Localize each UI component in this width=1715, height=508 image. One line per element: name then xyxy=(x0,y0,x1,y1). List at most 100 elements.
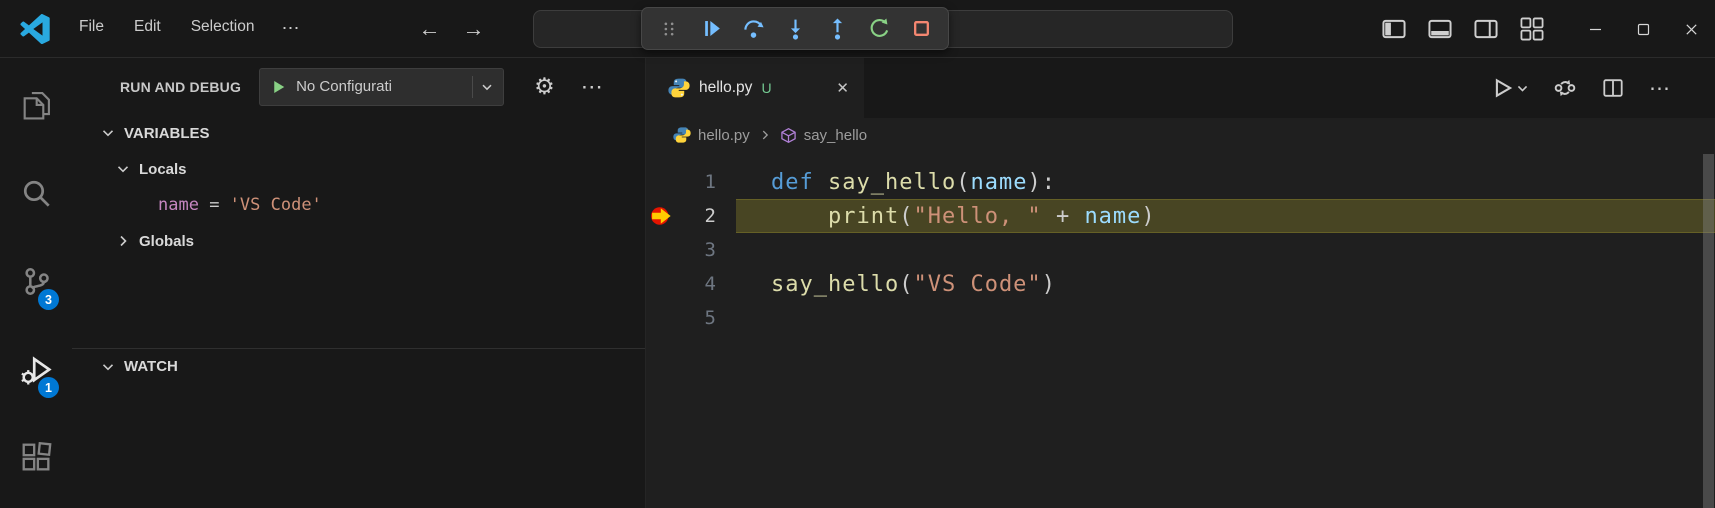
toggle-secondary-sidebar-icon[interactable] xyxy=(1471,14,1501,44)
title-bar: File Edit Selection ⋯ ← → xyxy=(0,0,1715,58)
layout-controls xyxy=(1379,14,1547,44)
debug-step-over-icon[interactable] xyxy=(734,12,772,46)
debug-current-step-arrow-icon[interactable] xyxy=(646,204,680,228)
sidebar-header: RUN AND DEBUG No Configurati ⚙ ⋯ xyxy=(72,58,645,115)
symbol-method-cube-icon xyxy=(780,127,797,144)
code-text: def say_hello(name): xyxy=(771,170,1056,195)
open-changes-icon[interactable] xyxy=(1546,71,1584,105)
line-number: 1 xyxy=(680,171,716,193)
editor-more-actions-icon[interactable]: ⋯ xyxy=(1642,71,1677,105)
code-editor[interactable]: 1 def say_hello(name): 2 print("Hello, " +… xyxy=(646,152,1715,508)
python-file-icon xyxy=(673,126,691,144)
dropdown-separator xyxy=(472,76,473,98)
activitybar-explorer-icon[interactable] xyxy=(0,61,72,149)
debug-stop-icon[interactable] xyxy=(902,12,940,46)
forward-arrow-icon[interactable]: → xyxy=(462,18,484,40)
source-control-badge: 3 xyxy=(38,289,59,310)
toolbar-drag-grip-icon[interactable] xyxy=(650,12,688,46)
menu-file[interactable]: File xyxy=(66,12,117,45)
breadcrumb-file[interactable]: hello.py xyxy=(673,126,750,144)
debug-settings-gear-icon[interactable]: ⚙ xyxy=(534,75,555,98)
run-python-file-button[interactable] xyxy=(1483,71,1536,105)
variables-label: VARIABLES xyxy=(124,125,210,142)
line-number: 3 xyxy=(680,239,716,261)
chevron-down-icon[interactable] xyxy=(479,79,495,95)
history-navigation: ← → xyxy=(418,18,484,40)
globals-scope-row[interactable]: Globals xyxy=(72,223,645,259)
minimize-button[interactable] xyxy=(1571,0,1619,58)
git-status-untracked: U xyxy=(761,80,771,96)
variable-equals: = xyxy=(199,195,230,215)
watch-section-header[interactable]: WATCH xyxy=(72,348,645,384)
split-editor-icon[interactable] xyxy=(1594,71,1632,105)
menu-selection[interactable]: Selection xyxy=(178,12,268,45)
line-number: 2 xyxy=(680,205,716,227)
breadcrumbs: hello.py say_hello xyxy=(646,118,1715,152)
line-number: 5 xyxy=(680,307,716,329)
start-debug-icon[interactable] xyxy=(268,77,288,97)
activitybar-search-icon[interactable] xyxy=(0,149,72,237)
menu-edit[interactable]: Edit xyxy=(121,12,174,45)
chevron-down-icon[interactable] xyxy=(100,359,116,375)
back-arrow-icon[interactable]: ← xyxy=(418,18,440,40)
code-line[interactable]: 3 xyxy=(646,233,1715,267)
watch-label: WATCH xyxy=(124,358,178,375)
activitybar-source-control-icon[interactable]: 3 xyxy=(0,237,72,325)
breadcrumb-file-label: hello.py xyxy=(698,127,750,144)
sidebar-more-actions-icon[interactable]: ⋯ xyxy=(581,76,604,98)
variable-value: 'VS Code' xyxy=(230,195,322,215)
sidebar-title: RUN AND DEBUG xyxy=(120,79,241,95)
customize-layout-icon[interactable] xyxy=(1517,14,1547,44)
toggle-primary-sidebar-icon[interactable] xyxy=(1379,14,1409,44)
debug-step-out-icon[interactable] xyxy=(818,12,856,46)
editor-actions: ⋯ xyxy=(864,58,1715,118)
code-line[interactable]: 4say_hello("VS Code") xyxy=(646,267,1715,301)
configuration-label: No Configurati xyxy=(296,78,466,95)
variable-name: name xyxy=(158,195,199,215)
activitybar-run-and-debug-icon[interactable]: 1 xyxy=(0,325,72,413)
debug-variables-tree: VARIABLES Locals name = 'VS Code' Global… xyxy=(72,115,645,384)
variables-section-header[interactable]: VARIABLES xyxy=(72,115,645,151)
vscode-logo-icon xyxy=(20,14,50,44)
debug-restart-icon[interactable] xyxy=(860,12,898,46)
breadcrumb-symbol-label: say_hello xyxy=(804,127,867,144)
chevron-down-icon[interactable] xyxy=(1516,82,1529,95)
chevron-right-icon[interactable] xyxy=(115,233,131,249)
editor-scrollbar[interactable] xyxy=(1703,154,1714,508)
debug-step-into-icon[interactable] xyxy=(776,12,814,46)
debug-configuration-dropdown[interactable]: No Configurati xyxy=(259,68,504,106)
code-lines: 1 def say_hello(name): 2 print("Hello, " +… xyxy=(646,165,1715,335)
line-number: 4 xyxy=(680,273,716,295)
editor-group: hello.py U ✕ xyxy=(645,58,1715,508)
breadcrumb-symbol[interactable]: say_hello xyxy=(780,127,867,144)
close-button[interactable] xyxy=(1667,0,1715,58)
toggle-panel-icon[interactable] xyxy=(1425,14,1455,44)
activity-bar: 3 1 xyxy=(0,58,72,508)
tab-label: hello.py xyxy=(699,79,752,97)
code-line[interactable]: 5 xyxy=(646,301,1715,335)
tab-hello-py[interactable]: hello.py U ✕ xyxy=(646,58,864,118)
run-and-debug-sidebar: RUN AND DEBUG No Configurati ⚙ ⋯ xyxy=(72,58,645,508)
vscode-window: File Edit Selection ⋯ ← → xyxy=(0,0,1715,508)
variable-row[interactable]: name = 'VS Code' xyxy=(72,187,645,223)
code-line[interactable]: 2 print("Hello, " + name) xyxy=(646,199,1715,233)
maximize-button[interactable] xyxy=(1619,0,1667,58)
titlebar-right-controls xyxy=(1379,0,1715,58)
code-text: print("Hello, " + name) xyxy=(771,204,1156,229)
chevron-down-icon[interactable] xyxy=(100,125,116,141)
code-line[interactable]: 1 def say_hello(name): xyxy=(646,165,1715,199)
activitybar-extensions-icon[interactable] xyxy=(0,413,72,501)
debug-continue-icon[interactable] xyxy=(692,12,730,46)
debug-toolbar xyxy=(641,7,949,50)
variables-empty-space xyxy=(72,259,645,348)
debug-badge: 1 xyxy=(38,377,59,398)
menu-overflow-icon[interactable]: ⋯ xyxy=(271,12,310,45)
locals-scope-row[interactable]: Locals xyxy=(72,151,645,187)
chevron-down-icon[interactable] xyxy=(115,161,131,177)
tab-bar: hello.py U ✕ xyxy=(646,58,1715,118)
menu-bar: File Edit Selection ⋯ xyxy=(66,12,310,45)
globals-label: Globals xyxy=(139,233,194,250)
python-file-icon xyxy=(668,77,690,99)
tab-close-icon[interactable]: ✕ xyxy=(833,76,852,100)
workbench: 3 1 RUN AND D xyxy=(0,58,1715,508)
